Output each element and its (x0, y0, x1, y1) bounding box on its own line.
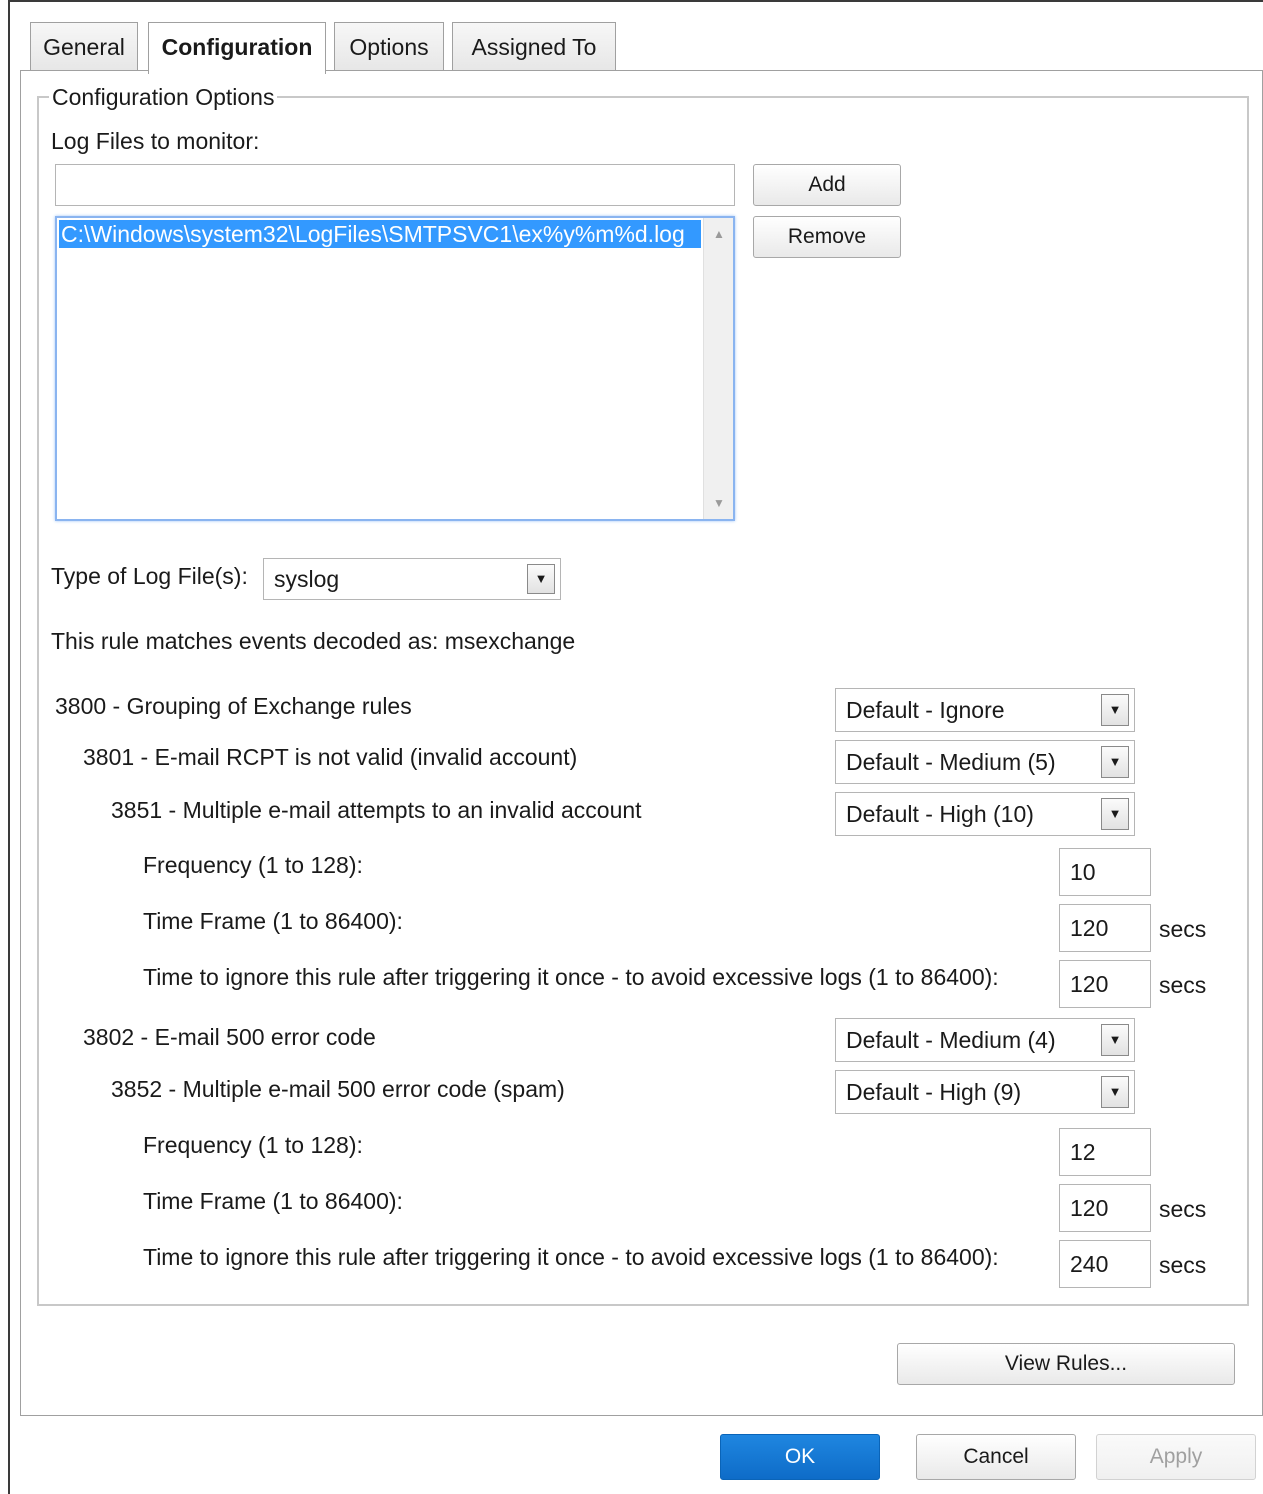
frequency-label: Frequency (1 to 128): (143, 1132, 363, 1158)
log-type-select[interactable]: syslog ▼ (263, 558, 561, 600)
rule-level-value: Default - Medium (5) (846, 749, 1056, 775)
scroll-down-icon[interactable]: ▼ (704, 491, 734, 515)
time-frame-field[interactable]: 120 (1059, 904, 1151, 952)
log-file-path-input[interactable] (55, 164, 735, 206)
rule-level-select-3800[interactable]: Default - Ignore ▼ (835, 688, 1135, 732)
list-scrollbar[interactable]: ▲ ▼ (703, 218, 733, 519)
rule-level-value: Default - Medium (4) (846, 1027, 1056, 1053)
rule-level-select-3851[interactable]: Default - High (10) ▼ (835, 792, 1135, 836)
rule-level-select-3852[interactable]: Default - High (9) ▼ (835, 1070, 1135, 1114)
log-type-value: syslog (274, 566, 340, 592)
ok-button[interactable]: OK (720, 1434, 880, 1480)
add-button[interactable]: Add (753, 164, 901, 206)
apply-button[interactable]: Apply (1096, 1434, 1256, 1480)
cancel-button[interactable]: Cancel (916, 1434, 1076, 1480)
rule-level-select-3802[interactable]: Default - Medium (4) ▼ (835, 1018, 1135, 1062)
chevron-down-icon[interactable]: ▼ (1101, 1076, 1129, 1108)
rule-label-3851: 3851 - Multiple e-mail attempts to an in… (111, 797, 642, 823)
ignore-time-label: Time to ignore this rule after triggerin… (143, 1244, 999, 1270)
rule-label-3801: 3801 - E-mail RCPT is not valid (invalid… (83, 744, 578, 770)
tab-general[interactable]: General (30, 22, 138, 72)
list-item[interactable]: C:\Windows\system32\LogFiles\SMTPSVC1\ex… (59, 220, 701, 248)
tab-assigned-to[interactable]: Assigned To (452, 22, 616, 72)
matches-text: This rule matches events decoded as: mse… (51, 628, 576, 654)
tab-configuration[interactable]: Configuration (148, 22, 326, 74)
frequency-label: Frequency (1 to 128): (143, 852, 363, 878)
chevron-down-icon[interactable]: ▼ (1101, 746, 1129, 778)
rule-level-value: Default - Ignore (846, 697, 1005, 723)
log-files-list[interactable]: C:\Windows\system32\LogFiles\SMTPSVC1\ex… (55, 216, 735, 521)
rule-label-3800: 3800 - Grouping of Exchange rules (55, 693, 412, 719)
chevron-down-icon[interactable]: ▼ (527, 564, 555, 594)
rule-label-3802: 3802 - E-mail 500 error code (83, 1024, 376, 1050)
rule-label-3852: 3852 - Multiple e-mail 500 error code (s… (111, 1076, 565, 1102)
log-files-label: Log Files to monitor: (51, 128, 260, 154)
frequency-field[interactable]: 12 (1059, 1128, 1151, 1176)
frequency-field[interactable]: 10 (1059, 848, 1151, 896)
group-title: Configuration Options (49, 84, 278, 111)
unit-label: secs (1159, 1196, 1207, 1222)
configuration-options-group: Configuration Options Log Files to monit… (37, 84, 1249, 1306)
time-frame-field[interactable]: 120 (1059, 1184, 1151, 1232)
log-type-label: Type of Log File(s): (51, 563, 248, 589)
view-rules-button[interactable]: View Rules... (897, 1343, 1235, 1385)
unit-label: secs (1159, 916, 1207, 942)
chevron-down-icon[interactable]: ▼ (1101, 798, 1129, 830)
rule-level-value: Default - High (9) (846, 1079, 1022, 1105)
ignore-time-field[interactable]: 120 (1059, 960, 1151, 1008)
ignore-time-label: Time to ignore this rule after triggerin… (143, 964, 999, 990)
rule-level-value: Default - High (10) (846, 801, 1034, 827)
unit-label: secs (1159, 972, 1207, 998)
chevron-down-icon[interactable]: ▼ (1101, 694, 1129, 726)
rule-level-select-3801[interactable]: Default - Medium (5) ▼ (835, 740, 1135, 784)
scroll-up-icon[interactable]: ▲ (704, 222, 734, 246)
time-frame-label: Time Frame (1 to 86400): (143, 908, 403, 934)
remove-button[interactable]: Remove (753, 216, 901, 258)
configuration-tab-page: Configuration Options Log Files to monit… (20, 70, 1263, 1416)
unit-label: secs (1159, 1252, 1207, 1278)
tab-options[interactable]: Options (334, 22, 444, 72)
time-frame-label: Time Frame (1 to 86400): (143, 1188, 403, 1214)
ignore-time-field[interactable]: 240 (1059, 1240, 1151, 1288)
chevron-down-icon[interactable]: ▼ (1101, 1024, 1129, 1056)
